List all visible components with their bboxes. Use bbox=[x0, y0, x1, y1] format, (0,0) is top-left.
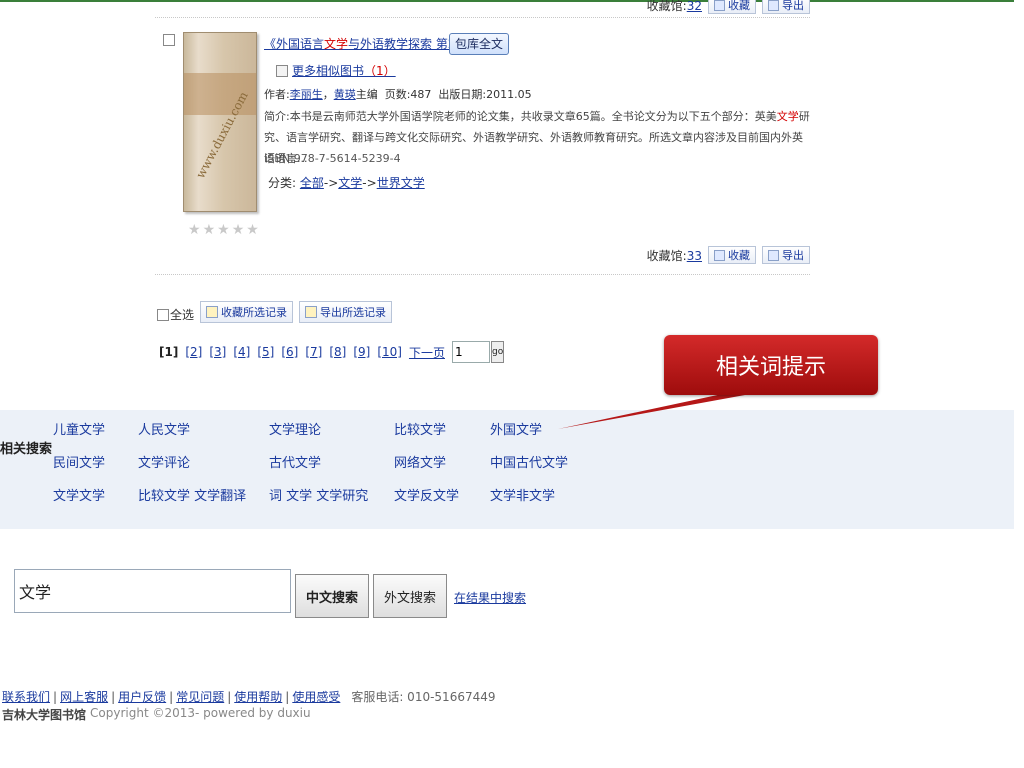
export-icon bbox=[768, 0, 779, 11]
go-button[interactable]: go bbox=[490, 341, 504, 363]
related-term[interactable]: 比较文学 bbox=[394, 419, 446, 438]
fulltext-button[interactable]: 包库全文 bbox=[449, 33, 510, 55]
star-icon[interactable]: ★ bbox=[203, 223, 216, 237]
similar-books-link[interactable]: 更多相似图书（1） bbox=[292, 62, 396, 79]
book-cover[interactable]: www.duxiu.com bbox=[183, 32, 257, 212]
related-term[interactable]: 民间文学 bbox=[53, 452, 105, 471]
footer-link-contact[interactable]: 联系我们 bbox=[2, 688, 50, 705]
book-isbn: ISBN:978-7-5614-5239-4 bbox=[264, 152, 401, 165]
related-term[interactable]: 词 文学 文学研究 bbox=[269, 485, 368, 504]
book-title-link[interactable]: 《外国语言文学与外语教学探索 第2辑》 bbox=[264, 35, 479, 52]
book-author-line: 作者:李丽生，黄瑛主编 页数:487 出版日期:2011.05 bbox=[264, 88, 532, 101]
related-term[interactable]: 网络文学 bbox=[394, 452, 446, 471]
book-icon bbox=[276, 64, 288, 77]
pagination: [1] [2] [3] [4] [5] [6] [7] [8] [9] [10]… bbox=[159, 341, 504, 363]
related-terms-callout: 相关词提示 bbox=[664, 335, 878, 395]
star-icon bbox=[714, 0, 725, 11]
search-input[interactable] bbox=[14, 569, 291, 613]
related-term[interactable]: 中国古代文学 bbox=[490, 452, 568, 471]
related-term[interactable]: 文学理论 bbox=[269, 419, 321, 438]
related-term[interactable]: 外国文学 bbox=[490, 419, 542, 438]
page-number-input[interactable] bbox=[451, 341, 490, 363]
page-link[interactable]: [10] bbox=[377, 345, 402, 359]
footer-link-help[interactable]: 使用帮助 bbox=[234, 688, 282, 705]
record-checkbox[interactable] bbox=[163, 34, 175, 46]
related-term[interactable]: 文学非文学 bbox=[490, 485, 555, 504]
library-name: 吉林大学图书馆 bbox=[2, 708, 87, 722]
category-link-literature[interactable]: 文学 bbox=[338, 176, 362, 190]
select-all-label: 全选 bbox=[170, 308, 195, 322]
page-link[interactable]: [7] bbox=[305, 345, 322, 359]
related-term[interactable]: 儿童文学 bbox=[53, 419, 105, 438]
service-phone: 客服电话: 010-51667449 bbox=[351, 690, 496, 704]
record-divider bbox=[155, 274, 810, 275]
related-term[interactable]: 文学文学 bbox=[53, 485, 105, 504]
star-icon[interactable]: ★ bbox=[217, 223, 230, 237]
star-icon bbox=[714, 249, 725, 261]
favorites-label: 收藏馆:32 bbox=[646, 0, 702, 13]
record-actions: 收藏馆:33 收藏 导出 bbox=[647, 246, 810, 264]
search-in-results-link[interactable]: 在结果中搜索 bbox=[454, 589, 526, 606]
star-icon[interactable]: ★ bbox=[232, 223, 245, 237]
bulk-actions: 全选 收藏所选记录 导出所选记录 bbox=[157, 301, 393, 323]
collect-selected-button[interactable]: 收藏所选记录 bbox=[200, 301, 294, 323]
page-count: 页数:487 bbox=[384, 88, 432, 101]
collect-button[interactable]: 收藏 bbox=[708, 246, 756, 264]
related-term[interactable]: 文学评论 bbox=[138, 452, 190, 471]
author-link-1[interactable]: 李丽生 bbox=[290, 88, 323, 101]
export-button[interactable]: 导出 bbox=[762, 0, 810, 14]
star-icon[interactable]: ★ bbox=[188, 223, 201, 237]
export-icon bbox=[768, 249, 779, 261]
export-button[interactable]: 导出 bbox=[762, 246, 810, 264]
copyright-text: Copyright ©2013- powered by duxiu bbox=[90, 706, 311, 720]
related-term[interactable]: 文学反文学 bbox=[394, 485, 459, 504]
previous-record-actions: 收藏馆:32 收藏 导出 bbox=[647, 0, 810, 14]
related-term[interactable]: 古代文学 bbox=[269, 452, 321, 471]
related-term[interactable]: 人民文学 bbox=[138, 419, 190, 438]
star-icon bbox=[206, 306, 219, 318]
page-link[interactable]: [5] bbox=[257, 345, 274, 359]
publish-date: 出版日期:2011.05 bbox=[438, 88, 532, 101]
similar-books: 更多相似图书（1） bbox=[276, 62, 396, 79]
page-link[interactable]: [8] bbox=[329, 345, 346, 359]
current-page: [1] bbox=[159, 345, 179, 359]
next-page-link[interactable]: 下一页 bbox=[409, 344, 445, 361]
footer-link-feedback[interactable]: 用户反馈 bbox=[118, 688, 166, 705]
collect-button[interactable]: 收藏 bbox=[708, 0, 756, 14]
footer-links: 联系我们 | 网上客服 | 用户反馈 | 常见问题 | 使用帮助 | 使用感受 客服电话:… bbox=[2, 688, 496, 705]
scrollbar-track[interactable] bbox=[1014, 0, 1024, 768]
related-search-label: 相关搜索 bbox=[0, 442, 53, 457]
page-link[interactable]: [6] bbox=[281, 345, 298, 359]
rating-stars[interactable]: ★ ★ ★ ★ ★ bbox=[188, 223, 259, 237]
related-term[interactable]: 比较文学 文学翻译 bbox=[138, 485, 246, 504]
footer-link-online-service[interactable]: 网上客服 bbox=[60, 688, 108, 705]
book-category: 分类: 全部->文学->世界文学 bbox=[268, 176, 425, 190]
chinese-search-button[interactable]: 中文搜索 bbox=[295, 574, 369, 618]
footer-link-faq[interactable]: 常见问题 bbox=[176, 688, 224, 705]
page-link[interactable]: [2] bbox=[185, 345, 202, 359]
star-icon[interactable]: ★ bbox=[246, 223, 259, 237]
previous-record-footer: 收藏馆:32 收藏 导出 bbox=[155, 0, 810, 18]
page-link[interactable]: [9] bbox=[353, 345, 370, 359]
foreign-search-button[interactable]: 外文搜索 bbox=[373, 574, 447, 618]
author-link-2[interactable]: 黄瑛 bbox=[334, 88, 356, 101]
page-link[interactable]: [3] bbox=[209, 345, 226, 359]
category-link-all[interactable]: 全部 bbox=[300, 176, 324, 190]
footer-link-experience[interactable]: 使用感受 bbox=[292, 688, 340, 705]
page-link[interactable]: [4] bbox=[233, 345, 250, 359]
favorites-count-link[interactable]: 33 bbox=[687, 249, 702, 263]
category-link-world-literature[interactable]: 世界文学 bbox=[377, 176, 425, 190]
favorites-count-link[interactable]: 32 bbox=[687, 0, 702, 13]
select-all-checkbox[interactable] bbox=[157, 308, 169, 321]
export-selected-button[interactable]: 导出所选记录 bbox=[299, 301, 393, 323]
favorites-label: 收藏馆:33 bbox=[646, 248, 702, 263]
footer-copyright: 吉林大学图书馆 Copyright ©2013- powered by duxi… bbox=[2, 706, 311, 723]
export-icon bbox=[305, 306, 318, 318]
